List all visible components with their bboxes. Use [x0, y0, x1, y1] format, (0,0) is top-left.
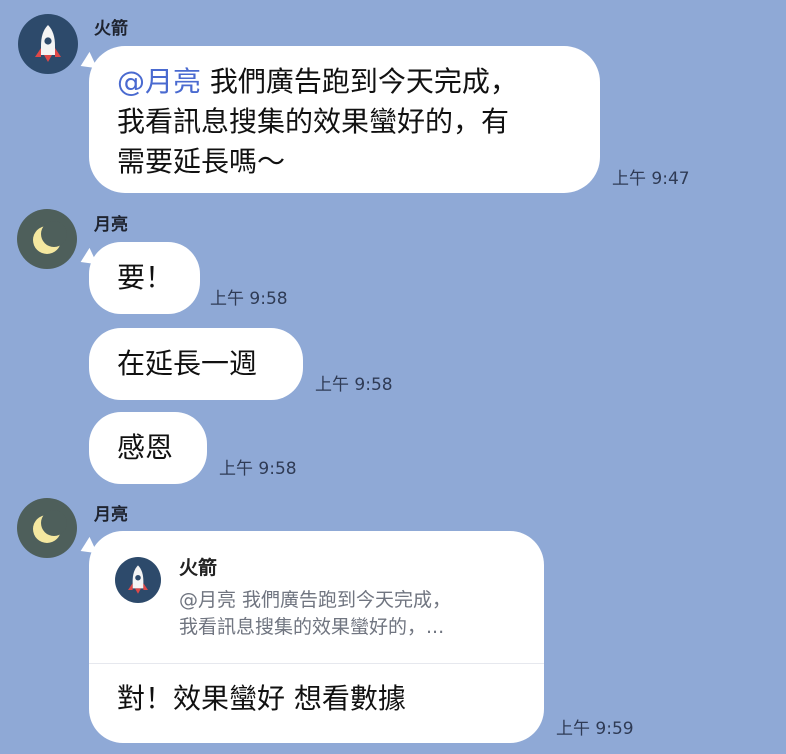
- mention-link[interactable]: @月亮: [117, 65, 201, 98]
- quote-sender-name: 火箭: [179, 557, 218, 579]
- message-text: 在延長一週: [117, 347, 258, 380]
- moon-avatar[interactable]: [17, 209, 77, 269]
- quoted-message[interactable]: 火箭 @月亮 我們廣告跑到今天完成， 我看訊息搜集的效果蠻好的，...: [89, 531, 544, 664]
- moon-avatar[interactable]: [17, 498, 77, 558]
- quote-line: @月亮 我們廣告跑到今天完成，: [179, 589, 452, 611]
- message-line: 需要延長嗎～: [117, 145, 286, 178]
- message-line: @月亮 我們廣告跑到今天完成，: [117, 65, 518, 98]
- message-time: 上午 9:58: [219, 459, 297, 479]
- message-text: 要！: [117, 261, 174, 294]
- message-bubble[interactable]: 要！: [89, 242, 200, 314]
- message-bubble[interactable]: 感恩: [89, 412, 207, 484]
- quote-line: 我看訊息搜集的效果蠻好的，...: [179, 616, 445, 638]
- quote-text: @月亮 我們廣告跑到今天完成， 我看訊息搜集的效果蠻好的，...: [179, 587, 451, 641]
- rocket-avatar: [115, 557, 161, 603]
- sender-name: 月亮: [94, 505, 128, 525]
- reply-bubble[interactable]: 火箭 @月亮 我們廣告跑到今天完成， 我看訊息搜集的效果蠻好的，... 對！效果…: [89, 531, 544, 743]
- message-time: 上午 9:58: [210, 289, 288, 309]
- message-line: 我看訊息搜集的效果蠻好的，有: [117, 105, 510, 138]
- message-text: 對！效果蠻好 想看數據: [117, 682, 406, 715]
- message-time: 上午 9:47: [612, 169, 690, 189]
- rocket-avatar[interactable]: [18, 14, 78, 74]
- message-bubble[interactable]: @月亮 我們廣告跑到今天完成， 我看訊息搜集的效果蠻好的，有 需要延長嗎～: [89, 46, 600, 193]
- sender-name: 火箭: [94, 19, 128, 39]
- sender-name: 月亮: [94, 215, 128, 235]
- message-time: 上午 9:58: [315, 375, 393, 395]
- message-time: 上午 9:59: [556, 719, 634, 739]
- message-bubble[interactable]: 在延長一週: [89, 328, 303, 400]
- message-text: 感恩: [117, 431, 174, 464]
